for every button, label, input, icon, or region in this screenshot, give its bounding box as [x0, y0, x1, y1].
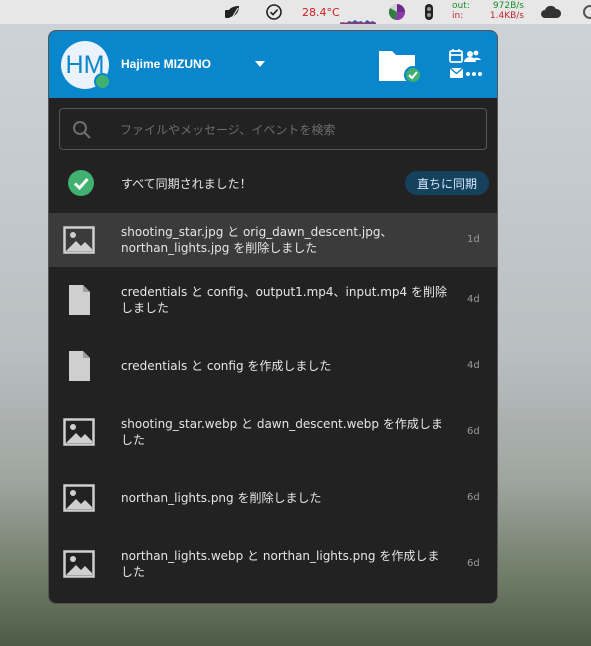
activity-message: credentials と config、output1.mp4、input.m…	[121, 284, 457, 316]
search-input[interactable]	[118, 119, 462, 141]
memory-pie-icon[interactable]	[388, 3, 406, 21]
chevron-down-icon[interactable]	[255, 61, 265, 67]
image-icon	[63, 548, 95, 580]
sync-status-row: すべて同期されました！ 直ちに同期	[49, 163, 497, 203]
image-icon	[63, 416, 95, 448]
disk-activity-icon[interactable]	[424, 3, 434, 21]
check-circle-icon[interactable]	[265, 3, 283, 21]
activity-time: 4d	[467, 294, 480, 305]
search-icon	[73, 121, 91, 139]
activity-item[interactable]: northan_lights.webp と northan_lights.png…	[49, 531, 497, 597]
activity-message-line: credentials と config、output1.mp4、input.m…	[121, 285, 447, 299]
account-name[interactable]: Hajime MIZUNO	[121, 57, 211, 71]
activity-time: 6d	[467, 558, 480, 569]
activity-item[interactable]: shooting_star.webp と dawn_descent.webp を…	[49, 399, 497, 465]
apps-menu-button[interactable]	[447, 47, 483, 83]
activity-time: 1d	[467, 234, 480, 245]
activity-item[interactable]: northan_lights.png を削除しました 6d	[49, 465, 497, 531]
activity-message-line: した	[121, 565, 146, 579]
folder-synced-icon	[379, 51, 422, 84]
calendar-contacts-mail-icon	[449, 49, 482, 78]
activity-time: 4d	[467, 360, 480, 371]
open-folder-button[interactable]	[377, 43, 423, 85]
activity-message-line: credentials と config を作成しました	[121, 359, 332, 373]
net-out-value: 972B/s	[492, 1, 524, 11]
activity-time: 6d	[467, 426, 480, 437]
net-in-label: in:	[452, 11, 464, 21]
activity-item[interactable]: credentials と config、output1.mp4、input.m…	[49, 267, 497, 333]
activity-message-line: northan_lights.png を削除しました	[121, 491, 322, 505]
image-icon	[63, 482, 95, 514]
activity-message: northan_lights.webp と northan_lights.png…	[121, 548, 457, 580]
activity-item[interactable]: credentials と config を作成しました 4d	[49, 333, 497, 399]
image-icon	[63, 224, 95, 256]
activity-message: shooting_star.jpg と orig_dawn_descent.jp…	[121, 224, 457, 256]
file-icon	[63, 284, 95, 316]
panel-header: HM Hajime MIZUNO	[49, 31, 497, 98]
activity-message: shooting_star.webp と dawn_descent.webp を…	[121, 416, 457, 448]
gear-icon[interactable]	[580, 3, 591, 21]
activity-list: shooting_star.jpg と orig_dawn_descent.jp…	[49, 213, 497, 597]
net-out-label: out:	[452, 1, 470, 11]
sync-client-panel: HM Hajime MIZUNO ファイルやメッセージ、イベントを検索 すべて同…	[48, 30, 498, 604]
activity-message-line: shooting_star.webp と dawn_descent.webp を…	[121, 417, 443, 431]
online-status-dot	[94, 73, 111, 90]
activity-message-line: northan_lights.webp と northan_lights.png…	[121, 549, 440, 563]
activity-item[interactable]: shooting_star.jpg と orig_dawn_descent.jp…	[49, 213, 497, 267]
cloud-icon[interactable]	[540, 3, 562, 21]
menu-bar: 28.4°C out: 972B/s in: 1.4KB/s	[0, 0, 591, 24]
temperature-readout[interactable]: 28.4°C	[302, 3, 340, 21]
cpu-graph-icon[interactable]	[340, 8, 376, 26]
leaf-app-icon[interactable]	[224, 3, 244, 21]
activity-message: northan_lights.png を削除しました	[121, 490, 457, 506]
activity-message: credentials と config を作成しました	[121, 358, 457, 374]
activity-message-line: した	[121, 433, 146, 447]
activity-time: 6d	[467, 492, 480, 503]
search-box[interactable]	[59, 108, 487, 150]
sync-status-text: すべて同期されました！	[121, 177, 252, 191]
activity-message-line: northan_lights.jpg を削除しました	[121, 241, 318, 255]
net-in-value: 1.4KB/s	[489, 11, 524, 21]
check-circle-icon	[68, 170, 94, 196]
network-monitor[interactable]: out: 972B/s in: 1.4KB/s	[452, 1, 524, 21]
activity-message-line: shooting_star.jpg と orig_dawn_descent.jp…	[121, 225, 393, 239]
file-icon	[63, 350, 95, 382]
sync-now-button[interactable]: 直ちに同期	[405, 171, 489, 195]
activity-message-line: しました	[121, 301, 170, 315]
